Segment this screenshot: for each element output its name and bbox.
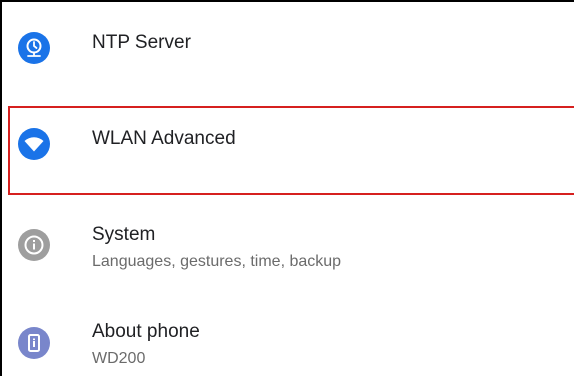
info-icon — [18, 229, 50, 261]
system-title: System — [92, 224, 156, 245]
selection-highlight — [8, 106, 574, 195]
ntp-server-title: NTP Server — [92, 32, 191, 53]
settings-item-ntp-server[interactable]: NTP Server — [2, 2, 574, 92]
about-phone-title: About phone — [92, 321, 200, 342]
ntp-icon — [18, 32, 50, 64]
phone-icon — [18, 327, 50, 359]
system-subtitle: Languages, gestures, time, backup — [92, 253, 342, 270]
about-phone-subtitle: WD200 — [92, 350, 146, 367]
settings-item-system[interactable]: System Languages, gestures, time, backup — [2, 200, 574, 295]
settings-item-about-phone[interactable]: About phone WD200 — [2, 300, 574, 376]
